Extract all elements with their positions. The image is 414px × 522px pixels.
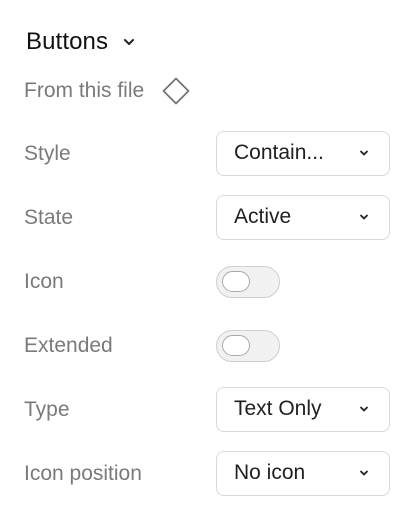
chevron-down-icon <box>357 146 371 160</box>
state-select[interactable]: Active <box>216 195 390 240</box>
state-select-value: Active <box>234 205 292 228</box>
property-row-style: Style Contain... <box>0 130 414 178</box>
property-label-type: Type <box>24 398 70 421</box>
property-label-icon-position: Icon position <box>24 462 142 485</box>
icon-toggle[interactable] <box>216 266 280 298</box>
property-row-icon-position: Icon position No icon <box>0 450 414 498</box>
chevron-down-icon <box>357 210 371 224</box>
toggle-knob <box>222 271 250 292</box>
property-label-state: State <box>24 206 74 229</box>
property-label-extended: Extended <box>24 334 113 357</box>
property-label-icon: Icon <box>24 270 64 293</box>
toggle-knob <box>222 335 250 356</box>
component-source-row: From this file <box>24 72 192 110</box>
chevron-down-icon <box>357 466 371 480</box>
component-diamond-icon[interactable] <box>160 75 192 107</box>
property-row-state: State Active <box>0 194 414 242</box>
style-select-value: Contain... <box>234 141 324 164</box>
property-label-style: Style <box>24 142 71 165</box>
type-select[interactable]: Text Only <box>216 387 390 432</box>
extended-toggle[interactable] <box>216 330 280 362</box>
component-source-label: From this file <box>24 79 145 102</box>
icon-position-select[interactable]: No icon <box>216 451 390 496</box>
chevron-down-icon <box>357 402 371 416</box>
section-header[interactable]: Buttons <box>26 24 136 60</box>
property-row-type: Type Text Only <box>0 386 414 434</box>
style-select[interactable]: Contain... <box>216 131 390 176</box>
property-row-extended: Extended <box>0 322 414 370</box>
chevron-down-icon[interactable] <box>122 35 136 49</box>
properties-panel: Buttons From this file Style Contain... <box>0 0 414 522</box>
icon-position-select-value: No icon <box>234 461 306 484</box>
property-row-icon: Icon <box>0 258 414 306</box>
section-title: Buttons <box>26 28 109 55</box>
type-select-value: Text Only <box>234 397 322 420</box>
